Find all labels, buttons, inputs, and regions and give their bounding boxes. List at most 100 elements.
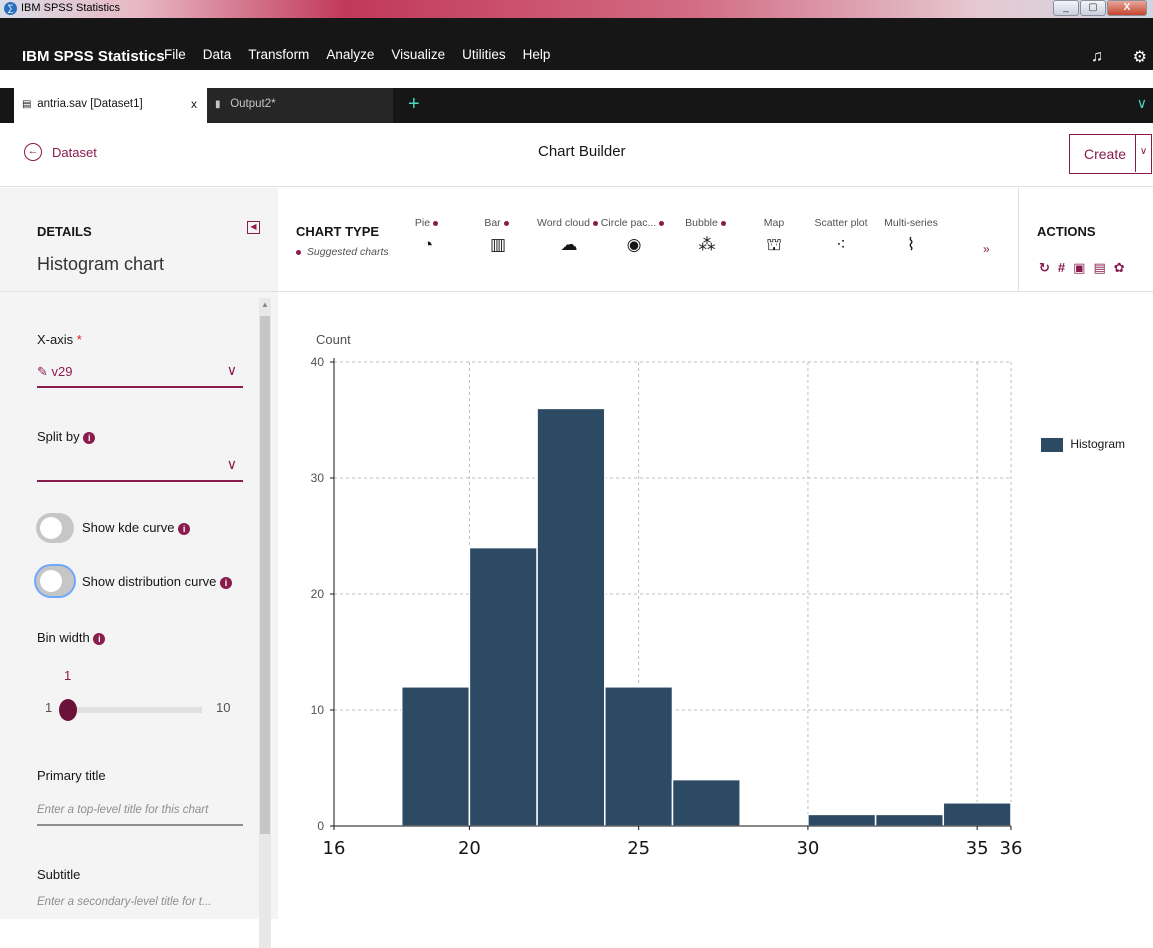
- histogram-bar: [807, 813, 877, 827]
- scrollbar-thumb[interactable]: [260, 316, 270, 834]
- xaxis-value-text: v29: [51, 364, 73, 379]
- chart-legend: Histogram: [1041, 437, 1125, 452]
- tabs-overflow-chevron-icon[interactable]: ∨: [1137, 95, 1147, 112]
- scroll-up-arrow-icon[interactable]: ▲: [261, 300, 269, 309]
- brand-name: IBM SPSS Statistics: [22, 48, 165, 65]
- save-icon[interactable]: ▤: [1093, 260, 1105, 276]
- tab-dataset-label: antria.sav [Dataset1]: [37, 98, 143, 110]
- menu-help[interactable]: Help: [523, 47, 551, 62]
- chart-type-bar[interactable]: Bar ▥: [462, 217, 534, 255]
- window-controls: _ ▢ X: [1053, 0, 1147, 16]
- refresh-icon[interactable]: ↻: [1039, 260, 1050, 276]
- details-chart-title: Histogram chart: [37, 254, 165, 274]
- kde-curve-toggle[interactable]: [36, 513, 74, 543]
- menu-visualize[interactable]: Visualize: [391, 47, 445, 62]
- page-title: Chart Builder: [538, 143, 626, 160]
- word-cloud-icon: ☁: [560, 235, 578, 254]
- bin-width-slider-track[interactable]: [60, 707, 202, 713]
- primary-title-input[interactable]: Enter a top-level title for this chart: [37, 796, 243, 826]
- hash-icon[interactable]: #: [1058, 260, 1065, 276]
- toggle-knob: [40, 570, 62, 592]
- bin-width-min: 1: [45, 700, 53, 715]
- menubar: IBM SPSS Statistics File Data Transform …: [0, 18, 1153, 70]
- chart-type-multi-series[interactable]: Multi-series ⌇: [875, 217, 947, 255]
- maximize-button[interactable]: ▢: [1080, 0, 1106, 16]
- chart-type-word-cloud-text: Word cloud: [537, 217, 590, 229]
- histogram-bar: [942, 802, 1012, 827]
- x-tick-label: 36: [1000, 838, 1023, 859]
- details-label: DETAILS: [37, 224, 92, 239]
- settings-icon[interactable]: ✿: [1114, 260, 1125, 276]
- window-titlebar: ∑ IBM SPSS Statistics _ ▢ X: [0, 0, 1153, 18]
- bin-width-slider-handle[interactable]: [59, 699, 77, 721]
- chart-type-bar-text: Bar: [484, 217, 501, 229]
- info-icon[interactable]: i: [93, 632, 106, 645]
- chart-type-scatter[interactable]: Scatter plot ⁖: [805, 217, 877, 255]
- x-tick-label: 20: [458, 838, 481, 859]
- primary-title-label: Primary title: [37, 768, 106, 783]
- collapse-panel-icon[interactable]: ◀: [247, 221, 260, 234]
- chart-type-pie[interactable]: Pie ◔: [392, 217, 464, 255]
- menu-utilities[interactable]: Utilities: [462, 47, 506, 62]
- xaxis-dropdown[interactable]: ✎ v29 ∨: [37, 360, 243, 388]
- suggested-dot-icon: [659, 220, 665, 226]
- bin-width-current-value: 1: [64, 668, 72, 683]
- histogram-bar: [874, 813, 945, 827]
- create-button-label: Create: [1084, 146, 1127, 162]
- y-tick-label: 20: [311, 587, 325, 601]
- xaxis-value: ✎ v29: [37, 364, 73, 380]
- bin-width-max: 10: [216, 700, 231, 715]
- menu-data[interactable]: Data: [203, 47, 232, 62]
- close-window-button[interactable]: X: [1107, 0, 1147, 16]
- chart-type-bubble-label: Bubble: [671, 217, 743, 229]
- histogram-bar: [671, 778, 741, 827]
- suggested-charts-note: Suggested charts: [296, 246, 389, 258]
- chart-type-scatter-label: Scatter plot: [814, 217, 868, 229]
- details-scrollbar[interactable]: ▲: [259, 298, 271, 948]
- chart-type-multi-series-label: Multi-series: [884, 217, 938, 229]
- distribution-curve-toggle[interactable]: [36, 566, 74, 596]
- chart-type-circle-pack[interactable]: Circle pac... ◉: [598, 217, 670, 255]
- chart-type-pie-label: Pie: [392, 217, 464, 229]
- chart-type-circle-pack-label: Circle pac...: [598, 217, 670, 229]
- menu-transform[interactable]: Transform: [248, 47, 309, 62]
- more-chart-types-icon[interactable]: »: [983, 242, 990, 256]
- create-button[interactable]: Create ∨: [1069, 134, 1152, 174]
- pencil-icon: ✎: [37, 364, 48, 379]
- bubble-icon: ⁂: [698, 235, 716, 254]
- suggested-dot-icon: [503, 220, 509, 226]
- info-icon[interactable]: i: [220, 576, 233, 589]
- menu-analyze[interactable]: Analyze: [326, 47, 374, 62]
- details-header: DETAILS Histogram chart ◀: [0, 188, 278, 292]
- minimize-button[interactable]: _: [1053, 0, 1079, 16]
- output-icon: ▮: [215, 99, 221, 110]
- chart-type-map[interactable]: Map ⛫: [738, 217, 810, 257]
- info-icon[interactable]: i: [83, 431, 96, 444]
- histogram-bar: [604, 686, 674, 827]
- x-tick-label: 30: [796, 838, 819, 859]
- tab-dataset[interactable]: ▤ antria.sav [Dataset1] x: [14, 88, 207, 123]
- details-panel: DETAILS Histogram chart ◀ X-axis * ✎ v29…: [0, 188, 278, 948]
- chart-type-bar-label: Bar: [462, 217, 534, 229]
- actions-label: ACTIONS: [1037, 224, 1096, 239]
- create-dropdown-chevron-icon[interactable]: ∨: [1135, 135, 1151, 172]
- info-icon[interactable]: i: [178, 522, 191, 535]
- back-to-dataset-link[interactable]: Dataset: [52, 145, 97, 160]
- back-arrow-icon[interactable]: ←: [24, 143, 42, 161]
- split-by-text: Split by: [37, 429, 80, 444]
- chart-type-word-cloud[interactable]: Word cloud ☁: [533, 217, 605, 255]
- menu-file[interactable]: File: [164, 47, 186, 62]
- chart-type-bubble[interactable]: Bubble ⁂: [671, 217, 743, 255]
- xaxis-label: X-axis *: [37, 332, 82, 347]
- add-tab-icon[interactable]: +: [408, 93, 420, 116]
- gear-icon[interactable]: ⚙: [1133, 47, 1147, 67]
- bell-icon[interactable]: ♫: [1091, 48, 1103, 66]
- tab-close-icon[interactable]: x: [191, 97, 197, 111]
- subtitle-input[interactable]: Enter a secondary-level title for t...: [37, 888, 243, 918]
- pie-icon: ◔: [422, 235, 434, 254]
- dataset-icon: ▤: [22, 99, 32, 110]
- distribution-curve-text: Show distribution curve: [82, 574, 217, 589]
- export-icon[interactable]: ▣: [1073, 260, 1085, 276]
- split-by-dropdown[interactable]: ∨: [37, 454, 243, 482]
- tab-output[interactable]: ▮ Output2*: [207, 88, 393, 123]
